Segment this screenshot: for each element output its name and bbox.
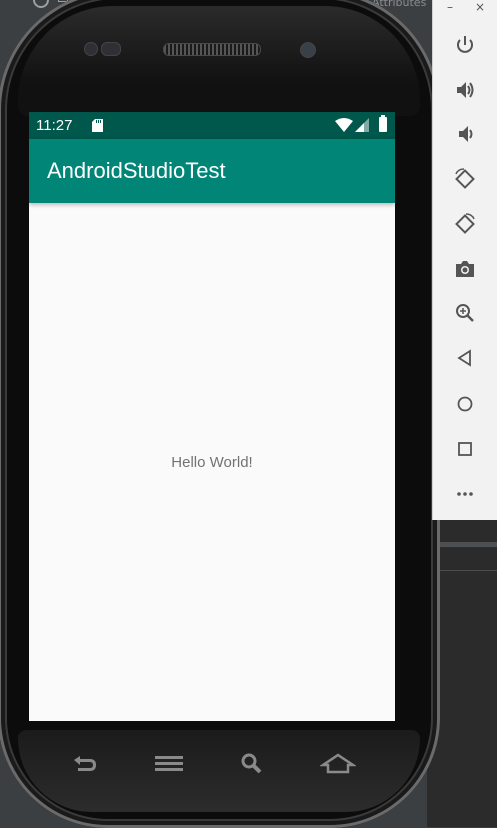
signal-icon [355, 118, 369, 132]
home-key-icon[interactable] [318, 752, 358, 776]
back-button[interactable] [453, 346, 477, 370]
camera-icon [456, 261, 474, 277]
power-icon [457, 36, 473, 53]
search-key-icon[interactable] [236, 752, 272, 776]
zoom-icon [456, 304, 474, 322]
sensor-icon [101, 42, 121, 56]
home-icon [457, 396, 473, 412]
emulator-toolbar: – × [432, 0, 497, 520]
front-camera-icon [300, 42, 316, 58]
screenshot-button[interactable] [453, 257, 477, 281]
volume-down-icon [459, 126, 473, 142]
status-bar: 11:27 [29, 112, 395, 139]
menu-key-icon[interactable] [152, 752, 188, 776]
sensor-icon [84, 42, 98, 56]
home-button[interactable] [453, 392, 477, 416]
zoom-button[interactable] [453, 301, 477, 325]
speaker-grille [163, 43, 261, 56]
battery-icon [379, 115, 387, 132]
status-time: 11:27 [36, 117, 73, 134]
rotate-right-icon [455, 213, 475, 234]
rotate-left-icon [455, 168, 475, 189]
back-key-icon[interactable] [66, 752, 102, 776]
wifi-icon [335, 118, 353, 132]
sd-card-icon [92, 119, 103, 132]
close-button[interactable]: × [475, 0, 485, 14]
device-screen[interactable]: 11:27 AndroidStudioTest Hello World! [29, 112, 395, 721]
rotate-left-button[interactable] [453, 167, 477, 191]
more-icon [457, 492, 473, 496]
overview-icon [458, 442, 472, 456]
minimize-button[interactable]: – [447, 0, 453, 14]
volume-up-button[interactable] [453, 78, 477, 102]
overview-button[interactable] [453, 437, 477, 461]
app-bar: AndroidStudioTest [29, 139, 395, 203]
device-top-bezel [18, 6, 420, 116]
volume-up-icon [457, 82, 474, 98]
hello-world-text: Hello World! [171, 454, 253, 471]
volume-down-button[interactable] [453, 122, 477, 146]
power-button[interactable] [453, 33, 477, 57]
ide-settings-icon[interactable] [33, 0, 49, 8]
back-icon [457, 349, 471, 367]
app-title: AndroidStudioTest [47, 158, 226, 183]
rotate-right-button[interactable] [453, 212, 477, 236]
more-button[interactable] [453, 482, 477, 506]
